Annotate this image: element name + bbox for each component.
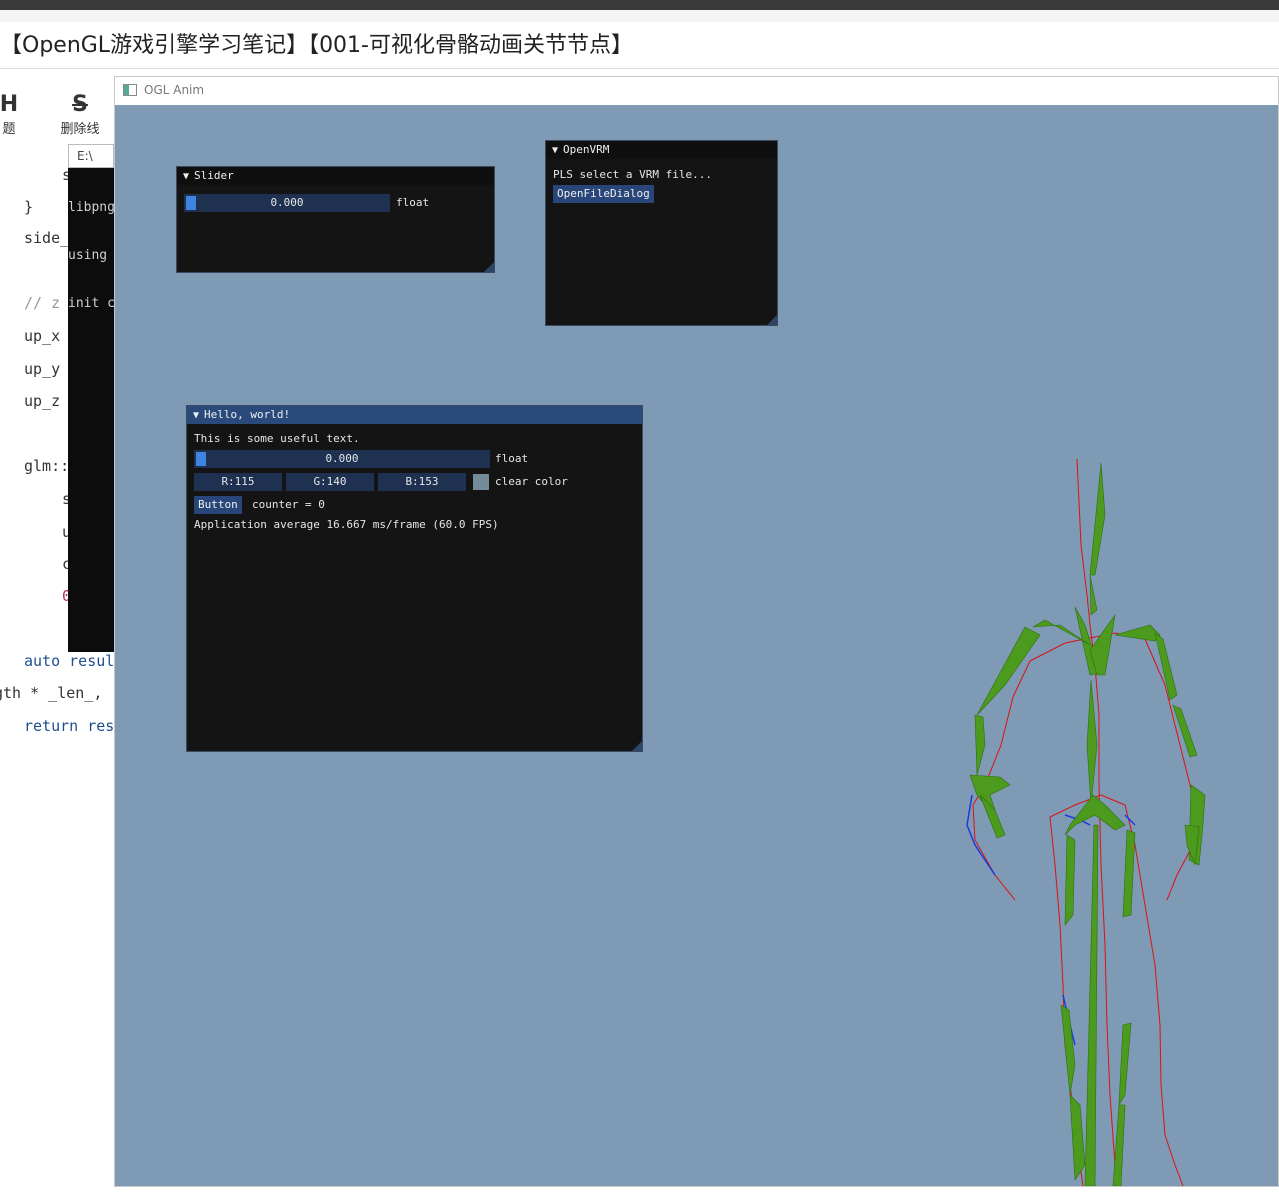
collapse-arrow-icon[interactable]: ▼	[552, 142, 558, 160]
collapse-arrow-icon[interactable]: ▼	[193, 407, 199, 425]
skeleton-red-line	[972, 636, 1096, 901]
editor-toolbar: H 题 S 删除线	[0, 70, 114, 149]
hello-window-titlebar[interactable]: ▼ Hello, world!	[187, 406, 642, 424]
skeleton-bone	[1069, 1094, 1086, 1181]
slider-label: float	[495, 452, 529, 465]
useful-text: This is some useful text.	[194, 432, 360, 445]
fps-text: Application average 16.667 ms/frame (60.…	[194, 518, 499, 531]
skeleton-bone	[1114, 624, 1161, 642]
heading-button[interactable]: H 题	[0, 92, 24, 137]
open-file-dialog-button[interactable]: OpenFileDialog	[553, 185, 654, 203]
slider-window-title: Slider	[194, 169, 234, 182]
color-b-field[interactable]: B:153	[378, 473, 466, 491]
code-line: up_x	[24, 327, 61, 345]
skeleton-bone	[974, 714, 986, 776]
gl-viewport[interactable]: ▼ Slider 0.000 float ▼ OpenVRM PLS select …	[115, 105, 1278, 1186]
collapse-arrow-icon[interactable]: ▼	[183, 168, 189, 186]
skeleton-red-line	[1094, 632, 1196, 901]
resize-grip[interactable]	[767, 315, 777, 325]
ogl-anim-window[interactable]: OGL Anim ▼ Slider 0.000 float ▼ OpenVRM …	[114, 76, 1279, 1187]
skeleton-bone	[1064, 834, 1076, 926]
strikethrough-icon: S	[72, 92, 88, 117]
heading-label: 题	[2, 122, 16, 137]
skeleton-red-line	[1100, 794, 1184, 1186]
resize-grip[interactable]	[484, 262, 494, 272]
strikethrough-button[interactable]: S 删除线	[54, 92, 106, 137]
code-line: glm::	[24, 457, 70, 475]
slider-window[interactable]: ▼ Slider 0.000 float	[176, 166, 495, 273]
console-output: libpng using init c	[68, 168, 114, 344]
console-title: E:\	[77, 149, 93, 163]
color-r-field[interactable]: R:115	[194, 473, 282, 491]
app-window-icon	[123, 84, 137, 96]
openvrm-window-titlebar[interactable]: ▼ OpenVRM	[546, 141, 777, 159]
skeleton-bone	[979, 794, 1006, 839]
code-line: up_y	[24, 360, 61, 378]
float-slider[interactable]: 0.000	[194, 450, 490, 468]
heading-icon: H	[0, 92, 19, 117]
browser-top-bar	[0, 0, 1279, 10]
code-line: auto resul	[24, 652, 114, 670]
skeleton-bone	[1112, 1104, 1126, 1186]
skeleton-bone	[976, 626, 1041, 716]
counter-text: counter = 0	[252, 498, 325, 511]
console-line: libpng	[68, 200, 114, 215]
code-line: return res	[24, 717, 114, 735]
console-titlebar[interactable]: E:\	[68, 144, 114, 168]
slider-value: 0.000	[270, 196, 304, 209]
code-comment: // z	[24, 294, 61, 312]
skeleton-bone	[1084, 824, 1099, 1186]
code-line: up_z	[24, 392, 61, 410]
skeleton-bone	[1086, 679, 1098, 806]
document-title: 【OpenGL游戏引擎学习笔记】【001-可视化骨骼动画关节节点】	[0, 22, 1279, 69]
counter-button[interactable]: Button	[194, 496, 242, 514]
clear-color-label: clear color	[495, 475, 568, 488]
skeleton-bone	[1122, 829, 1136, 918]
skeleton-bone	[1089, 574, 1098, 616]
resize-grip[interactable]	[632, 741, 642, 751]
app-titlebar[interactable]: OGL Anim	[115, 77, 1278, 105]
skeleton-bone	[1089, 462, 1106, 576]
openvrm-window[interactable]: ▼ OpenVRM PLS select a VRM file... OpenFi…	[545, 140, 778, 326]
hello-world-window[interactable]: ▼ Hello, world! This is some useful text.…	[186, 405, 643, 752]
clear-color-swatch[interactable]	[473, 474, 489, 490]
slider-window-titlebar[interactable]: ▼ Slider	[177, 167, 494, 185]
code-line: side_	[24, 229, 70, 247]
color-g-field[interactable]: G:140	[286, 473, 374, 491]
console-line: using	[68, 248, 108, 263]
code-line: gth * _len_,	[0, 684, 103, 702]
console-line: init c	[68, 296, 114, 311]
code-line: }	[24, 198, 34, 216]
slider-label: float	[396, 196, 430, 209]
vrm-prompt-text: PLS select a VRM file...	[553, 168, 712, 181]
openvrm-window-title: OpenVRM	[563, 143, 610, 156]
slider-value: 0.000	[325, 452, 359, 465]
slider-grab[interactable]	[196, 452, 206, 466]
skeleton-bone	[1060, 1004, 1076, 1096]
hello-window-title: Hello, world!	[204, 408, 291, 421]
app-title: OGL Anim	[144, 83, 205, 97]
float-slider[interactable]: 0.000	[184, 194, 390, 212]
console-window[interactable]: E:\ libpng using init c	[68, 144, 114, 652]
skeleton-bone	[1118, 1022, 1132, 1106]
strikethrough-label: 删除线	[60, 122, 100, 137]
slider-grab[interactable]	[186, 196, 196, 210]
